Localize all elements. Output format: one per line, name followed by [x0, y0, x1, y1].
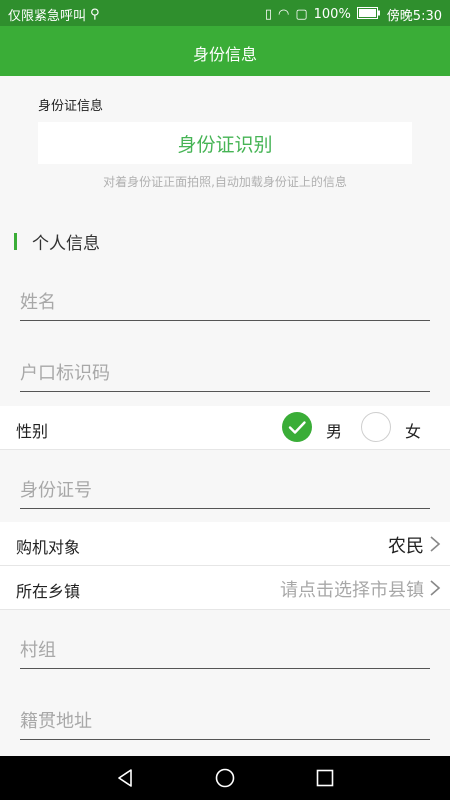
home-icon[interactable] [214, 767, 236, 789]
gender-row: 性别 男 女 [0, 406, 450, 450]
vibrate-icon: ▯ [264, 7, 272, 22]
battery-icon [356, 6, 381, 23]
id-card-section-label: 身份证信息 [38, 99, 104, 114]
village-input[interactable] [20, 632, 430, 668]
native-address-field [20, 703, 430, 740]
wifi-icon: ◠ [277, 7, 290, 22]
id-number-field [20, 472, 430, 509]
usb-icon: ⚲ [90, 7, 100, 22]
buyer-type-row[interactable]: 购机对象 农民 [0, 522, 450, 566]
page-title: 身份信息 [192, 45, 257, 64]
system-nav-bar [0, 756, 450, 800]
gender-male-radio[interactable] [282, 412, 312, 442]
township-label: 所在乡镇 [16, 582, 81, 601]
buyer-type-value: 农民 [388, 536, 424, 557]
gender-female-radio[interactable] [361, 412, 391, 442]
app-bar: 身份信息 [0, 26, 450, 76]
id-card-hint: 对着身份证正面拍照,自动加载身份证上的信息 [103, 175, 347, 189]
clock: 傍晚5:30 [386, 9, 442, 24]
household-id-input[interactable] [20, 355, 430, 391]
personal-info-title: 个人信息 [32, 233, 100, 254]
section-accent-bar [14, 232, 17, 250]
battery-percent: 100% [313, 7, 351, 22]
township-placeholder: 请点击选择市县镇 [280, 580, 424, 601]
gender-female-label[interactable]: 女 [405, 418, 421, 442]
id-number-input[interactable] [20, 472, 430, 508]
carrier-text: 仅限紧急呼叫 [8, 9, 87, 24]
recents-icon[interactable] [314, 767, 336, 789]
gender-male-label[interactable]: 男 [326, 418, 342, 442]
id-card-recognize-button[interactable]: 身份证识别 [38, 122, 412, 164]
back-icon[interactable] [114, 767, 136, 789]
chevron-right-icon [430, 580, 441, 596]
native-address-input[interactable] [20, 703, 430, 739]
buyer-type-label: 购机对象 [16, 538, 81, 557]
sim-icon: ▢ [295, 7, 308, 22]
village-field [20, 632, 430, 669]
household-id-field [20, 355, 430, 392]
township-row[interactable]: 所在乡镇 请点击选择市县镇 [0, 566, 450, 610]
status-bar: 仅限紧急呼叫 ⚲ ▯ ◠ ▢ 100% 傍晚5:30 [0, 0, 450, 26]
chevron-right-icon [430, 536, 441, 552]
personal-info-header: 个人信息 [14, 230, 100, 254]
id-card-section: 身份证信息 身份证识别 对着身份证正面拍照,自动加载身份证上的信息 [0, 76, 450, 200]
name-field [20, 284, 430, 321]
gender-label: 性别 [16, 422, 49, 441]
name-input[interactable] [20, 284, 430, 320]
check-icon [288, 421, 306, 434]
